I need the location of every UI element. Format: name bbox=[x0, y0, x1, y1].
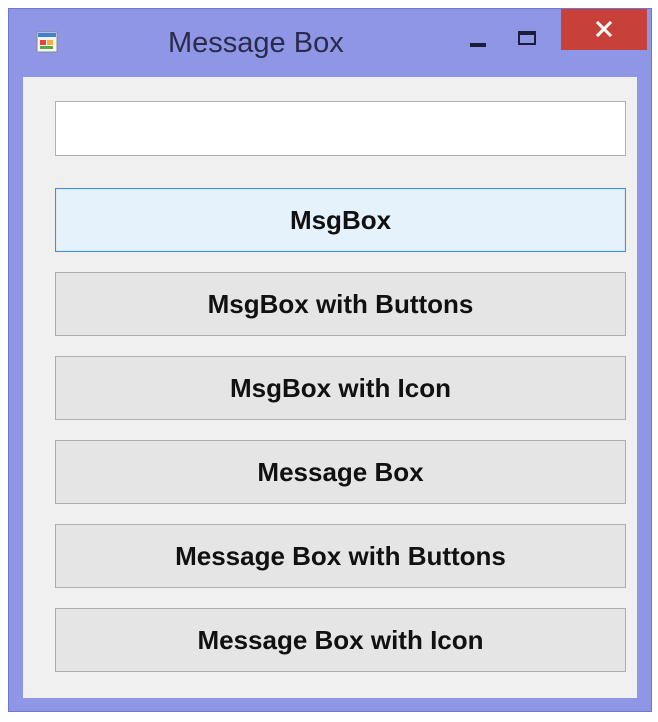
message-box-with-buttons-button[interactable]: Message Box with Buttons bbox=[55, 524, 626, 588]
maximize-icon bbox=[518, 31, 536, 45]
message-box-with-icon-button[interactable]: Message Box with Icon bbox=[55, 608, 626, 672]
title-bar[interactable]: Message Box bbox=[9, 9, 651, 77]
message-box-window: Message Box MsgBox MsgBox with Buttons M… bbox=[8, 8, 652, 712]
form-client-area: MsgBox MsgBox with Buttons MsgBox with I… bbox=[23, 77, 637, 698]
msgbox-with-buttons-button[interactable]: MsgBox with Buttons bbox=[55, 272, 626, 336]
minimize-icon bbox=[470, 43, 486, 47]
maximize-button[interactable] bbox=[503, 15, 553, 67]
message-box-button[interactable]: Message Box bbox=[55, 440, 626, 504]
close-button[interactable] bbox=[561, 9, 647, 50]
msgbox-button[interactable]: MsgBox bbox=[55, 188, 626, 252]
text-input[interactable] bbox=[55, 101, 626, 156]
msgbox-with-icon-button[interactable]: MsgBox with Icon bbox=[55, 356, 626, 420]
application-icon[interactable] bbox=[36, 31, 58, 53]
minimize-button[interactable] bbox=[455, 15, 503, 67]
close-icon bbox=[596, 21, 612, 37]
window-title: Message Box bbox=[168, 27, 344, 59]
